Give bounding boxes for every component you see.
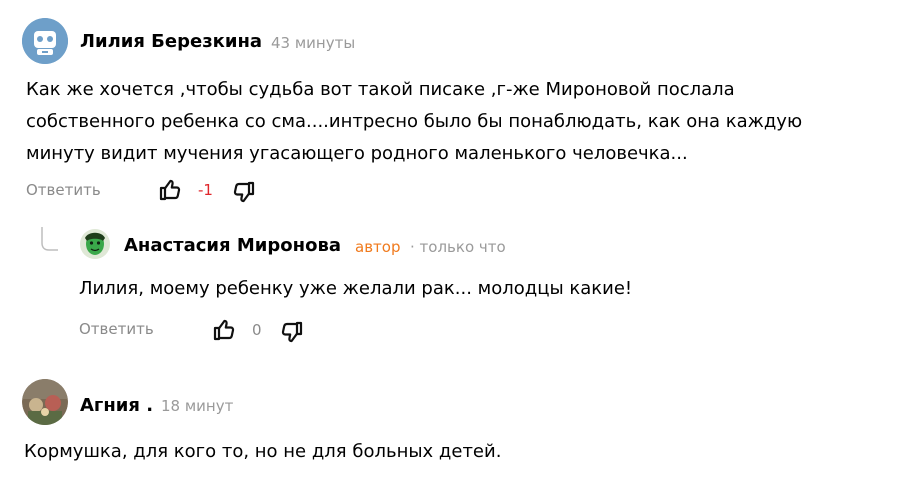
- green-face-avatar-icon: [80, 229, 110, 259]
- reply-button[interactable]: Ответить: [26, 181, 101, 199]
- dislike-icon[interactable]: [232, 180, 256, 204]
- comment-text-line: собственного ребенка со сма....интресно …: [26, 111, 803, 132]
- dislike-icon[interactable]: [280, 320, 304, 344]
- comment-text: Лилия, моему ребенку уже желали рак... м…: [79, 278, 633, 299]
- reply-thread-icon: [41, 227, 58, 251]
- comment-author[interactable]: Агния .: [80, 395, 153, 416]
- comment-time: · только что: [410, 238, 506, 256]
- comment-score: -1: [198, 181, 213, 199]
- comment: Агния . 18 минут Кормушка, для кого то, …: [0, 355, 903, 484]
- like-icon[interactable]: [158, 178, 182, 202]
- robot-avatar-icon: [22, 18, 68, 64]
- comment-author[interactable]: Анастасия Миронова: [124, 235, 341, 256]
- comment-time: 18 минут: [161, 397, 234, 415]
- comment: Лилия Березкина 43 минуты Как же хочется…: [0, 0, 903, 215]
- comment-author[interactable]: Лилия Березкина: [80, 31, 262, 52]
- reply-comment: Анастасия Миронова автор · только что Ли…: [0, 215, 903, 355]
- author-badge: автор: [355, 238, 401, 256]
- like-icon[interactable]: [212, 318, 236, 342]
- comment-time: 43 минуты: [271, 34, 356, 52]
- comment-text-line: Как же хочется ,чтобы судьба вот такой п…: [26, 79, 735, 100]
- comment-score: 0: [252, 321, 262, 339]
- avatar[interactable]: [22, 379, 68, 425]
- avatar[interactable]: [80, 229, 110, 259]
- avatar[interactable]: [22, 18, 68, 64]
- comment-text: Кормушка, для кого то, но не для больных…: [24, 441, 502, 462]
- reply-button[interactable]: Ответить: [79, 320, 154, 338]
- comment-text-line: минуту видит мучения угасающего родного …: [26, 143, 688, 164]
- photo-avatar-icon: [22, 379, 68, 425]
